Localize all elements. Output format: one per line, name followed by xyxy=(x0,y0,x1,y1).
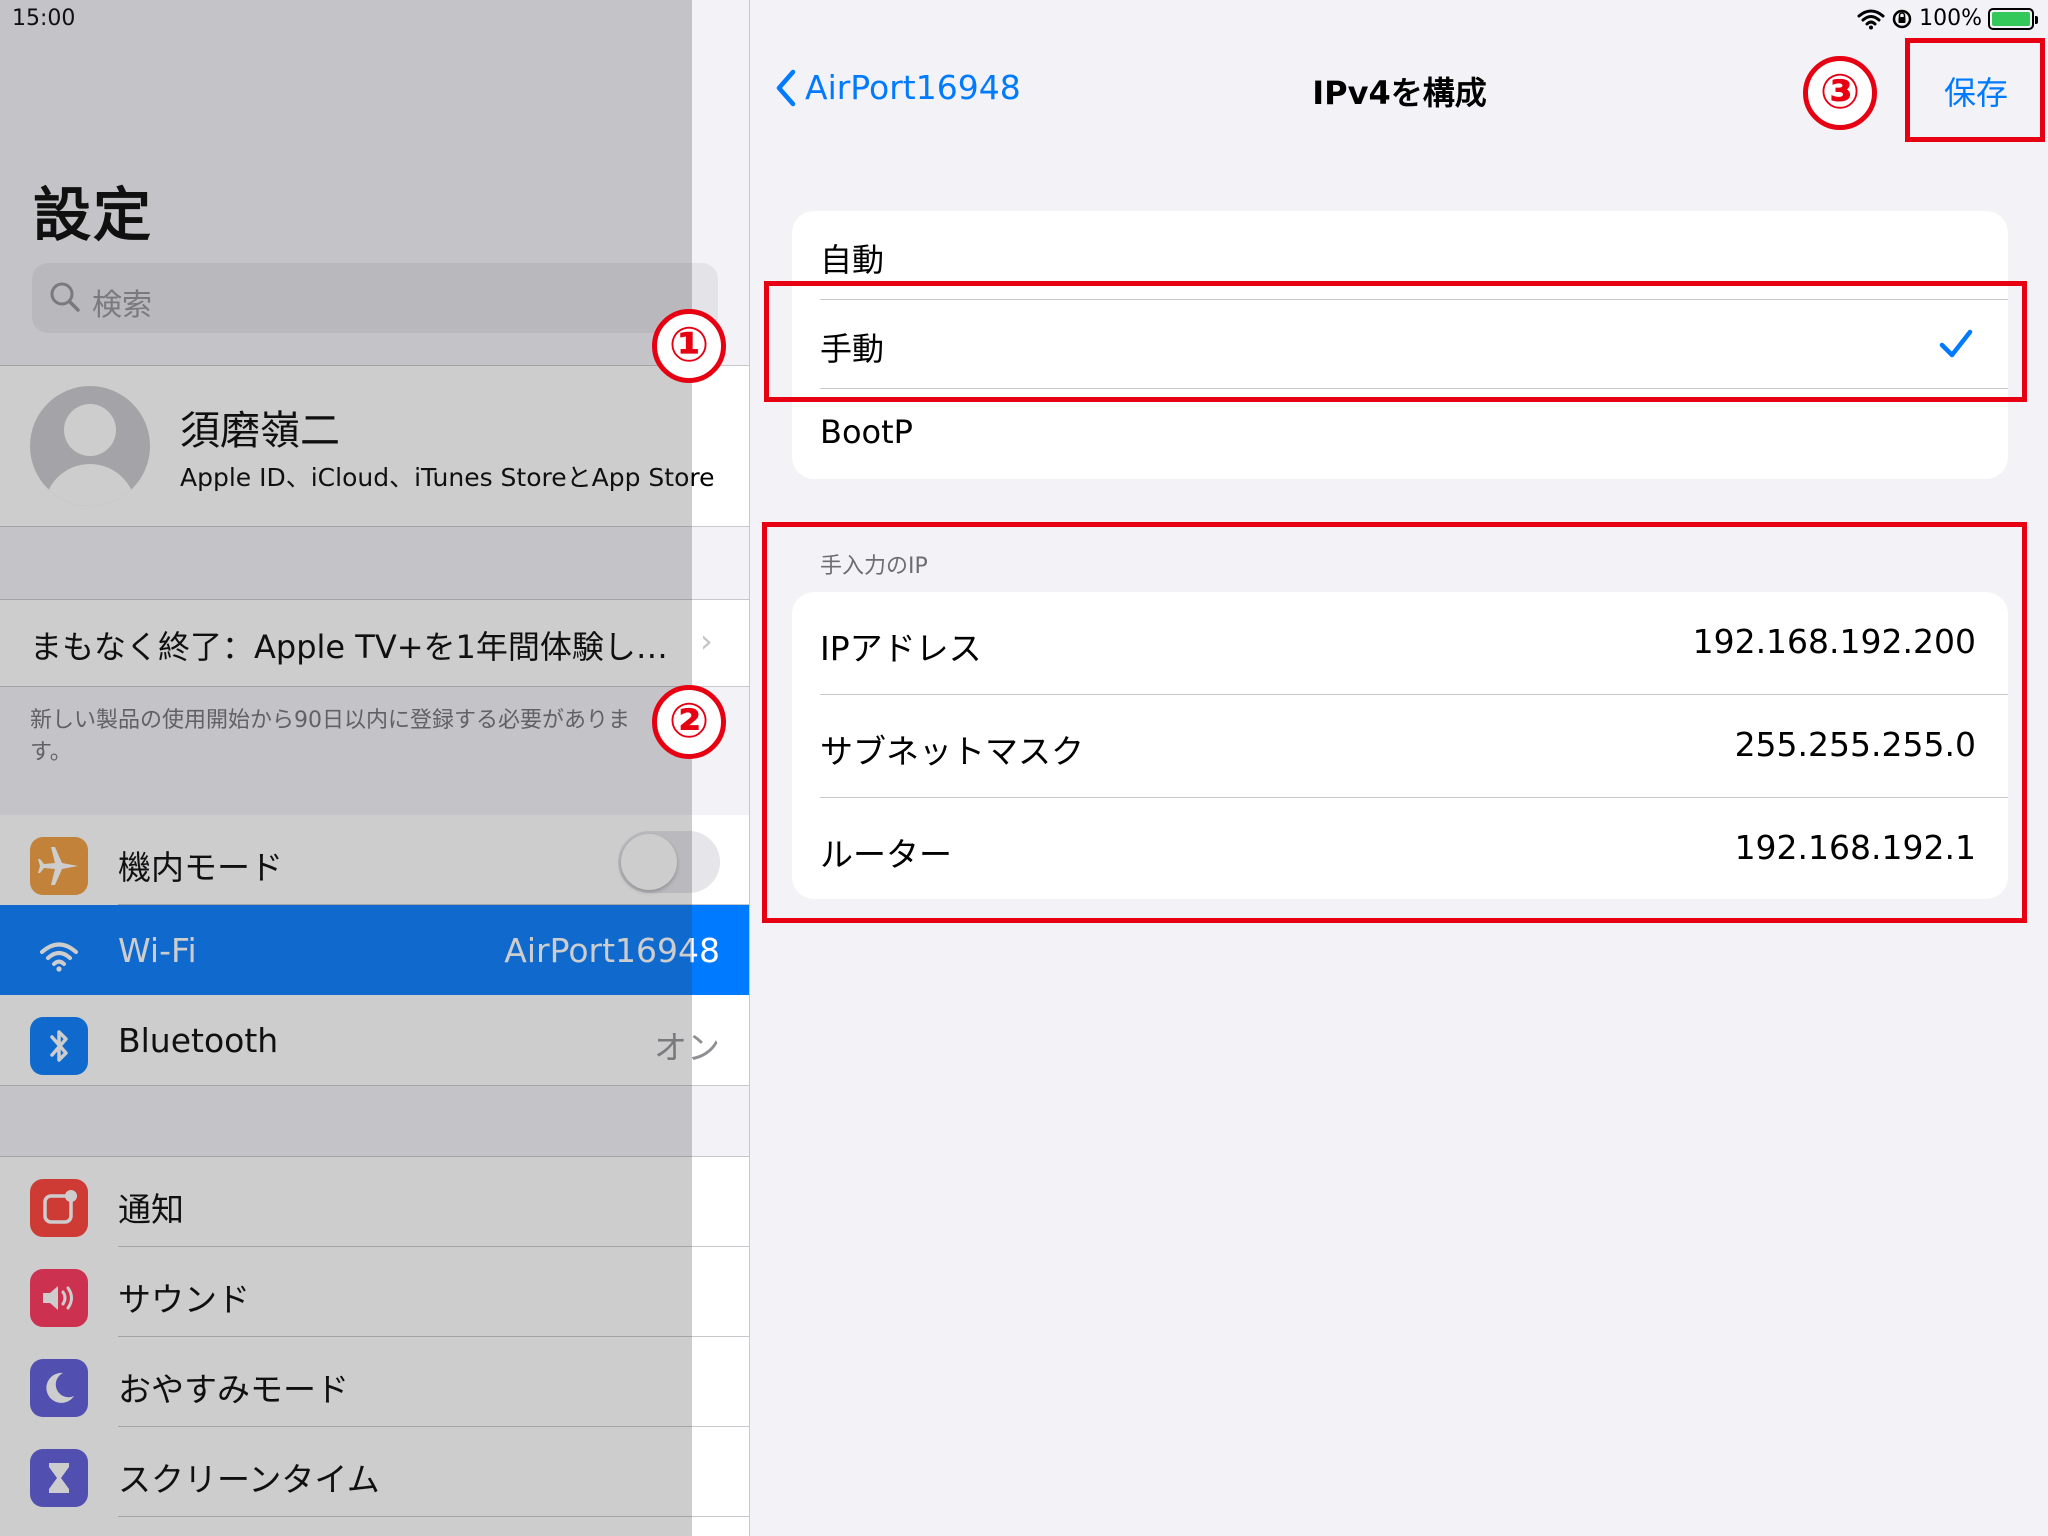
option-label: 自動 xyxy=(820,241,885,279)
option-label: BootP xyxy=(820,413,913,451)
status-time: 15:00 xyxy=(12,6,76,31)
back-button-label: AirPort16948 xyxy=(805,68,1021,107)
promo-footnote: 新しい製品の使用開始から90日以内に登録する必要があります。 xyxy=(0,687,749,815)
chevron-left-icon xyxy=(776,69,796,106)
annotation-box-save xyxy=(1905,38,2045,142)
sidebar-item-label: サウンド xyxy=(118,1280,250,1319)
sound-icon xyxy=(30,1269,88,1327)
sidebar-item-bluetooth[interactable]: Bluetooth オン xyxy=(0,995,749,1085)
wifi-icon xyxy=(30,927,88,985)
notification-icon xyxy=(30,1179,88,1237)
annotation-marker-1: ① xyxy=(652,309,726,383)
sidebar-item-label: 機内モード xyxy=(118,848,283,887)
annotation-marker-3: ③ xyxy=(1803,56,1877,130)
profile-name: 須磨嶺二 xyxy=(180,408,340,454)
sidebar-item-label: 通知 xyxy=(118,1190,184,1229)
annotation-marker-2: ② xyxy=(652,685,726,759)
sidebar-item-label: Bluetooth xyxy=(118,1021,279,1060)
sidebar-item-label: Wi-Fi xyxy=(118,931,197,970)
bluetooth-status-value: オン xyxy=(654,1028,720,1067)
sidebar-item-wifi[interactable]: Wi-Fi AirPort16948 xyxy=(0,905,749,995)
sidebar-item-screen-time[interactable]: スクリーンタイム xyxy=(0,1427,749,1517)
wifi-network-value: AirPort16948 xyxy=(504,931,720,970)
sidebar-item-sounds[interactable]: サウンド xyxy=(0,1247,749,1337)
search-placeholder: 検索 xyxy=(92,288,152,323)
apple-tv-promo[interactable]: まもなく終了：Apple TV+を1年間体験し… › xyxy=(0,599,749,687)
option-bootp[interactable]: BootP xyxy=(820,389,2008,478)
avatar xyxy=(30,386,150,506)
promo-note-text: 新しい製品の使用開始から90日以内に登録する必要があります。 xyxy=(30,708,630,765)
section-gap xyxy=(0,1085,749,1157)
sidebar-item-notifications[interactable]: 通知 xyxy=(0,1157,749,1247)
apple-id-profile[interactable]: 須磨嶺二 Apple ID、iCloud、iTunes StoreとApp St… xyxy=(0,365,749,527)
bluetooth-icon xyxy=(30,1017,88,1075)
promo-text: まもなく終了：Apple TV+を1年間体験し… xyxy=(30,628,668,666)
settings-sidebar: 15:00 設定 検索 須磨嶺二 Apple ID、iCloud、iTunes … xyxy=(0,0,750,1536)
airplane-icon xyxy=(30,837,88,895)
airplane-mode-toggle[interactable] xyxy=(618,831,720,893)
status-indicators: 100% xyxy=(1857,6,2038,31)
sidebar-item-do-not-disturb[interactable]: おやすみモード xyxy=(0,1337,749,1427)
annotation-box-manual xyxy=(764,281,2027,402)
sidebar-item-label: スクリーンタイム xyxy=(118,1460,380,1499)
annotation-box-ip-fields xyxy=(762,522,2027,923)
section-gap xyxy=(0,527,749,599)
sidebar-title: 設定 xyxy=(33,181,154,249)
battery-icon xyxy=(1988,7,2038,30)
sidebar-item-label: おやすみモード xyxy=(118,1370,349,1409)
battery-percentage: 100% xyxy=(1919,6,1982,31)
profile-subtitle: Apple ID、iCloud、iTunes StoreとApp Store xyxy=(180,463,715,492)
chevron-right-icon: › xyxy=(700,622,713,660)
sidebar-item-airplane-mode[interactable]: 機内モード xyxy=(0,815,749,905)
orientation-lock-icon xyxy=(1892,9,1912,28)
hourglass-icon xyxy=(30,1449,88,1507)
moon-icon xyxy=(30,1359,88,1417)
search-field[interactable]: 検索 xyxy=(32,263,718,333)
back-button[interactable]: AirPort16948 xyxy=(775,68,1021,107)
sidebar-header: 15:00 設定 検索 xyxy=(0,0,749,365)
search-icon xyxy=(50,282,80,312)
wifi-status-icon xyxy=(1857,9,1885,29)
